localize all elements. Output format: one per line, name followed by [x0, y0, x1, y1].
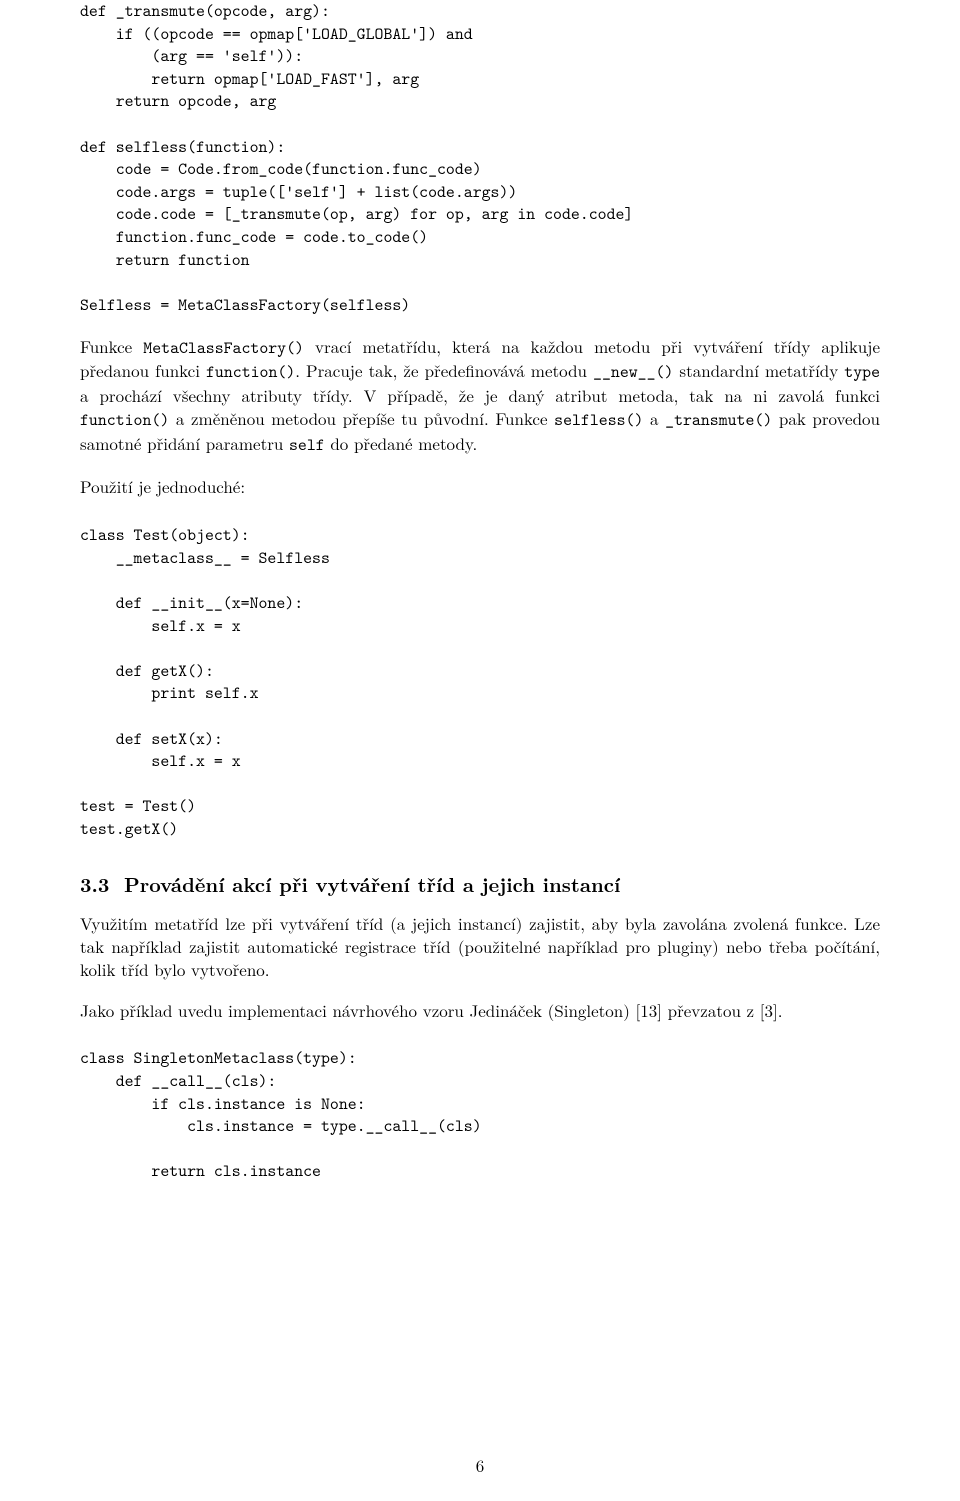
inline-code: _transmute() — [665, 409, 772, 431]
text: a prochází všechny atributy třídy. V pří… — [80, 383, 880, 407]
text: Funkce — [80, 334, 143, 358]
section-title: Provádění akcí při vytváření tříd a jeji… — [124, 869, 620, 898]
code-block-3: class SingletonMetaclass(type): def __ca… — [80, 1047, 880, 1183]
text: do předané metody. — [325, 431, 478, 455]
paragraph-3: Využitím metatříd lze při vytváření tříd… — [80, 912, 880, 981]
inline-code: type — [844, 361, 880, 383]
text: a — [643, 406, 665, 430]
inline-code: MetaClassFactory() — [143, 337, 304, 359]
page-number: 6 — [0, 1453, 960, 1477]
code-block-1: def _transmute(opcode, arg): if ((opcode… — [80, 0, 880, 317]
paragraph-2: Použití je jednoduché: — [80, 475, 880, 498]
inline-code: __new__() — [593, 361, 673, 383]
inline-code: function() — [206, 361, 295, 383]
inline-code: self — [289, 434, 325, 456]
paragraph-4: Jako příklad uvedu implementaci návrhové… — [80, 999, 880, 1022]
page-container: def _transmute(opcode, arg): if ((opcode… — [0, 0, 960, 1501]
section-heading: 3.3Provádění akcí při vytváření tříd a j… — [80, 869, 880, 898]
text: a změněnou metodou přepíše tu původní. F… — [169, 406, 554, 430]
text: . Pracuje tak, že předefinovává metodu — [295, 358, 593, 382]
paragraph-1: Funkce MetaClassFactory() vrací metatříd… — [80, 335, 880, 458]
inline-code: selfless() — [554, 409, 643, 431]
section-number: 3.3 — [80, 869, 124, 898]
text: standardní metatřídy — [673, 358, 844, 382]
inline-code: function() — [80, 409, 169, 431]
code-block-2: class Test(object): __metaclass__ = Self… — [80, 524, 880, 841]
